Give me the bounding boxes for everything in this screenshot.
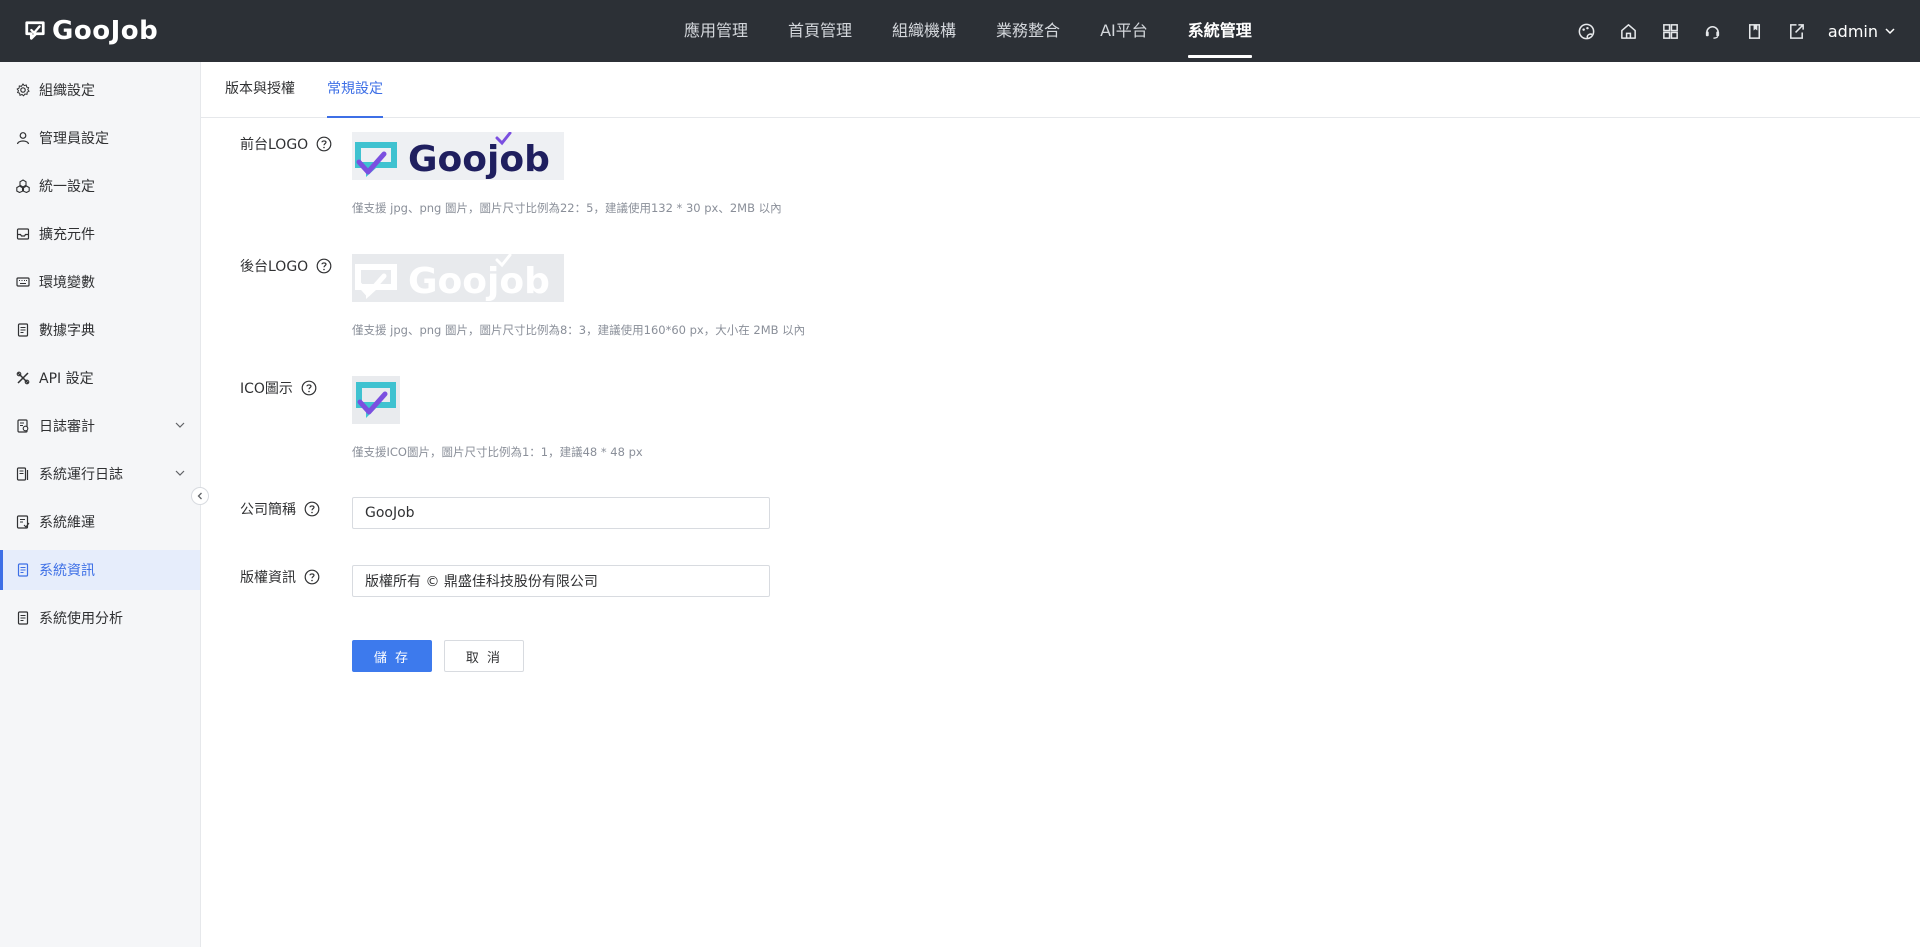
sidebar-collapse-button[interactable] <box>191 487 209 505</box>
tab-version-license[interactable]: 版本與授權 <box>225 62 295 117</box>
sidebar-item-usage-analytics[interactable]: 系統使用分析 <box>0 598 200 638</box>
tools-icon <box>16 371 30 385</box>
goojob-white-logo-image: Goojob <box>355 254 550 302</box>
chevron-left-icon <box>197 492 202 500</box>
ico-label-text: ICO圖示 <box>240 381 293 397</box>
sidebar-item-system-info[interactable]: 系統資訊 <box>0 550 200 590</box>
user-icon <box>16 131 30 145</box>
goojob-favicon-image <box>356 382 396 418</box>
back-logo-preview[interactable]: Goojob <box>352 254 564 302</box>
sidebar-item-organization-settings[interactable]: 組織設定 <box>0 70 200 110</box>
sidebar-item-unified-settings[interactable]: 統一設定 <box>0 166 200 206</box>
tab-bar: 版本與授權 常規設定 <box>201 62 1920 118</box>
back-logo-label: 後台LOGO <box>240 256 332 276</box>
goojob-logo-image: Goojob <box>355 132 550 180</box>
nav-app-management[interactable]: 應用管理 <box>664 0 768 62</box>
main-nav: 應用管理 首頁管理 組織機構 業務整合 AI平台 系統管理 <box>664 0 1272 62</box>
sidebar: 組織設定 管理員設定 統一設定 擴充元件 環境變數 數據字典 API 設定 日誌… <box>0 62 201 947</box>
sidebar-item-label: 管理員設定 <box>39 131 109 147</box>
apps-grid-icon[interactable] <box>1660 20 1682 42</box>
help-icon[interactable] <box>301 380 317 396</box>
palette-icon[interactable] <box>1576 20 1598 42</box>
help-icon[interactable] <box>316 258 332 274</box>
save-button[interactable]: 儲 存 <box>352 640 432 672</box>
cubes-icon <box>16 179 30 193</box>
nav-system-management[interactable]: 系統管理 <box>1168 0 1272 62</box>
sidebar-item-environment-variables[interactable]: 環境變數 <box>0 262 200 302</box>
sidebar-item-label: 數據字典 <box>39 323 95 339</box>
sidebar-item-extensions[interactable]: 擴充元件 <box>0 214 200 254</box>
export-icon[interactable] <box>1786 20 1808 42</box>
sidebar-item-system-run-logs[interactable]: 系統運行日誌 <box>0 454 200 494</box>
sidebar-item-label: 日誌審計 <box>39 419 95 435</box>
sidebar-item-admin-settings[interactable]: 管理員設定 <box>0 118 200 158</box>
username: admin <box>1827 21 1878 41</box>
inbox-icon <box>16 227 30 241</box>
keyboard-icon <box>16 275 30 289</box>
brand-logo[interactable]: GooJob <box>24 15 158 47</box>
tab-general-settings[interactable]: 常規設定 <box>327 62 383 118</box>
front-logo-hint: 僅支援 jpg、png 圖片，圖片尺寸比例為22：5，建議使用132 * 30 … <box>352 201 782 215</box>
document-icon <box>16 563 30 577</box>
help-icon[interactable] <box>304 569 320 585</box>
document-icon <box>16 323 30 337</box>
maintenance-icon <box>16 515 30 529</box>
book-icon[interactable] <box>1744 20 1766 42</box>
ico-hint: 僅支援ICO圖片，圖片尺寸比例為1：1，建議48 * 48 px <box>352 445 643 459</box>
sidebar-item-label: 環境變數 <box>39 275 95 291</box>
ico-label: ICO圖示 <box>240 378 317 398</box>
cancel-button[interactable]: 取 消 <box>444 640 524 672</box>
nav-business-integration[interactable]: 業務整合 <box>976 0 1080 62</box>
svg-text:Goojob: Goojob <box>408 261 550 302</box>
company-short-name-label-text: 公司簡稱 <box>240 502 296 518</box>
headset-icon[interactable] <box>1702 20 1724 42</box>
header-actions: admin <box>1556 0 1896 62</box>
front-logo-label: 前台LOGO <box>240 134 332 154</box>
back-logo-hint: 僅支援 jpg、png 圖片，圖片尺寸比例為8：3，建議使用160*60 px，… <box>352 323 806 337</box>
company-short-name-label: 公司簡稱 <box>240 499 320 519</box>
sidebar-item-audit-logs[interactable]: 日誌審計 <box>0 406 200 446</box>
chevron-down-icon <box>175 422 185 428</box>
company-short-name-input[interactable] <box>352 497 770 529</box>
help-icon[interactable] <box>304 501 320 517</box>
document-icon <box>16 611 30 625</box>
help-icon[interactable] <box>316 136 332 152</box>
chat-check-logo-icon <box>25 21 45 40</box>
sidebar-item-label: 統一設定 <box>39 179 95 195</box>
chevron-down-icon <box>1885 28 1895 35</box>
gear-icon <box>16 83 30 97</box>
copyright-label-text: 版權資訊 <box>240 570 296 586</box>
copyright-input[interactable] <box>352 565 770 597</box>
front-logo-label-text: 前台LOGO <box>240 137 309 153</box>
back-logo-label-text: 後台LOGO <box>240 259 309 275</box>
front-logo-preview[interactable]: Goojob <box>352 132 564 180</box>
sidebar-item-label: 組織設定 <box>39 83 95 99</box>
sidebar-item-label: 系統資訊 <box>39 563 95 579</box>
nav-homepage-management[interactable]: 首頁管理 <box>768 0 872 62</box>
sidebar-item-label: 系統維運 <box>39 515 95 531</box>
svg-text:Goojob: Goojob <box>408 139 550 180</box>
audit-icon <box>16 419 30 433</box>
sidebar-item-label: 系統運行日誌 <box>39 467 123 483</box>
home-icon[interactable] <box>1618 20 1640 42</box>
sidebar-item-label: 擴充元件 <box>39 227 95 243</box>
ico-preview[interactable] <box>352 376 400 424</box>
sidebar-item-system-maintenance[interactable]: 系統維運 <box>0 502 200 542</box>
copyright-label: 版權資訊 <box>240 567 320 587</box>
log-icon <box>16 467 30 481</box>
nav-organization[interactable]: 組織機構 <box>872 0 976 62</box>
top-navigation-bar: GooJob 應用管理 首頁管理 組織機構 業務整合 AI平台 系統管理 adm… <box>0 0 1920 62</box>
user-menu[interactable]: admin <box>1828 22 1896 41</box>
sidebar-item-label: API 設定 <box>39 371 94 387</box>
sidebar-item-data-dictionary[interactable]: 數據字典 <box>0 310 200 350</box>
sidebar-item-api-settings[interactable]: API 設定 <box>0 358 200 398</box>
nav-ai-platform[interactable]: AI平台 <box>1080 0 1168 62</box>
sidebar-item-label: 系統使用分析 <box>39 611 123 627</box>
brand-name: GooJob <box>52 16 159 46</box>
chevron-down-icon <box>175 470 185 476</box>
